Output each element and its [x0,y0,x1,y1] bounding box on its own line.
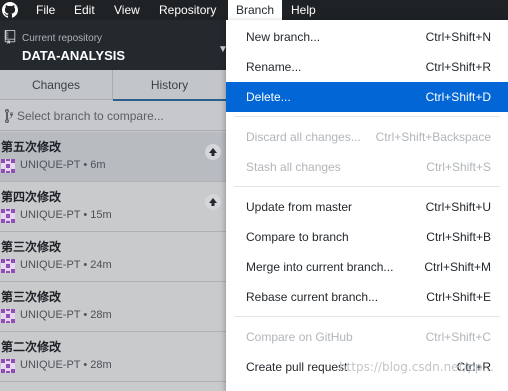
menu-item-label: Rename... [246,60,302,74]
commit-meta: UNIQUE-PT • 24m [20,259,112,271]
sidebar-tabs: Changes History [0,70,226,101]
commit-meta: UNIQUE-PT • 28m [20,359,112,371]
menu-separator [234,116,500,117]
tab-changes[interactable]: Changes [0,70,113,100]
repo-caption: Current repository [22,33,103,44]
menu-item-shortcut: Ctrl+Shift+N [425,30,491,44]
menu-item-new-branch[interactable]: New branch... Ctrl+Shift+N [226,22,508,52]
commit-row[interactable]: 第二次修改 UNIQUE-PT • 28m [0,332,226,382]
commit-row[interactable]: 第三次修改 UNIQUE-PT • 24m [0,232,226,282]
menu-item-shortcut: Ctrl+Shift+E [426,290,491,304]
repo-icon [4,30,16,44]
avatar-icon [1,159,15,173]
unpushed-commit-icon [205,144,221,160]
menu-help[interactable]: Help [283,0,324,20]
menu-item-compare-on-github: Compare on GitHub Ctrl+Shift+C [226,322,508,352]
repo-name: DATA-ANALYSIS [22,48,126,63]
avatar-icon [1,309,15,323]
menu-item-delete[interactable]: Delete... Ctrl+Shift+D [226,82,508,112]
menu-item-shortcut: Ctrl+Shift+S [426,160,491,174]
avatar-icon [1,359,15,373]
menu-item-shortcut: Ctrl+Shift+U [425,200,491,214]
avatar-icon [1,259,15,273]
menu-item-rebase-current-branch[interactable]: Rebase current branch... Ctrl+Shift+E [226,282,508,312]
commit-message: 第二次修改 [1,340,62,354]
branch-compare-placeholder: Select branch to compare... [17,109,164,123]
commit-meta: UNIQUE-PT • 28m [20,309,112,321]
menu-item-label: Compare to branch [246,230,349,244]
menu-item-discard-all-changes: Discard all changes... Ctrl+Shift+Backsp… [226,122,508,152]
menu-item-compare-to-branch[interactable]: Compare to branch Ctrl+Shift+B [226,222,508,252]
menu-separator [234,316,500,317]
menu-item-update-from-master[interactable]: Update from master Ctrl+Shift+U [226,192,508,222]
watermark: https://blog.csdn.net/pp... [338,360,494,374]
menu-item-label: Delete... [246,90,291,104]
unpushed-commit-icon [205,194,221,210]
tab-history[interactable]: History [113,70,226,101]
menu-item-label: Rebase current branch... [246,290,379,304]
commit-meta: UNIQUE-PT • 15m [20,209,112,221]
menu-item-shortcut: Ctrl+Shift+D [425,90,491,104]
menu-view[interactable]: View [106,0,148,20]
menu-item-label: Update from master [246,200,353,214]
menu-item-label: New branch... [246,30,321,44]
branch-menu: New branch... Ctrl+Shift+N Rename... Ctr… [226,20,508,391]
commit-row[interactable]: 第五次修改 UNIQUE-PT • 6m [0,132,226,182]
menu-item-shortcut: Ctrl+Shift+R [425,60,491,74]
branch-compare-input[interactable]: Select branch to compare... [0,101,226,131]
commit-message: 第五次修改 [1,140,62,154]
tab-history-label: History [150,78,189,92]
menu-separator [234,186,500,187]
commit-message: 第三次修改 [1,290,62,304]
menu-item-shortcut: Ctrl+Shift+C [425,330,491,344]
github-desktop-window: File Edit View Repository Branch Help Cu… [0,0,508,391]
menu-item-label: Merge into current branch... [246,260,394,274]
menu-branch[interactable]: Branch [228,0,283,20]
menu-item-shortcut: Ctrl+Shift+Backspace [375,130,491,144]
commit-message: 第四次修改 [1,190,62,204]
menu-item-shortcut: Ctrl+Shift+M [424,260,491,274]
menu-bar: File Edit View Repository Branch Help [0,0,508,20]
menu-item-shortcut: Ctrl+Shift+B [426,230,491,244]
menu-item-merge-into-current-branch[interactable]: Merge into current branch... Ctrl+Shift+… [226,252,508,282]
menu-edit[interactable]: Edit [66,0,103,20]
menu-item-label: Stash all changes [246,160,341,174]
history-sidebar: Changes History Select branch to compare… [0,70,226,391]
menu-file[interactable]: File [28,0,63,20]
menu-item-stash-all-changes: Stash all changes Ctrl+Shift+S [226,152,508,182]
commit-meta: UNIQUE-PT • 6m [20,159,106,171]
commit-row[interactable]: 第三次修改 UNIQUE-PT • 28m [0,282,226,332]
menu-item-rename[interactable]: Rename... Ctrl+Shift+R [226,52,508,82]
menu-repository[interactable]: Repository [151,0,224,20]
commit-message: 第三次修改 [1,240,62,254]
menu-item-label: Discard all changes... [246,130,361,144]
menu-item-label: Compare on GitHub [246,330,353,344]
commit-row[interactable]: 第四次修改 UNIQUE-PT • 15m [0,182,226,232]
menu-item-label: Create pull request [246,360,348,374]
github-logo-icon [2,2,18,18]
git-branch-icon [5,109,14,123]
avatar-icon [1,209,15,223]
